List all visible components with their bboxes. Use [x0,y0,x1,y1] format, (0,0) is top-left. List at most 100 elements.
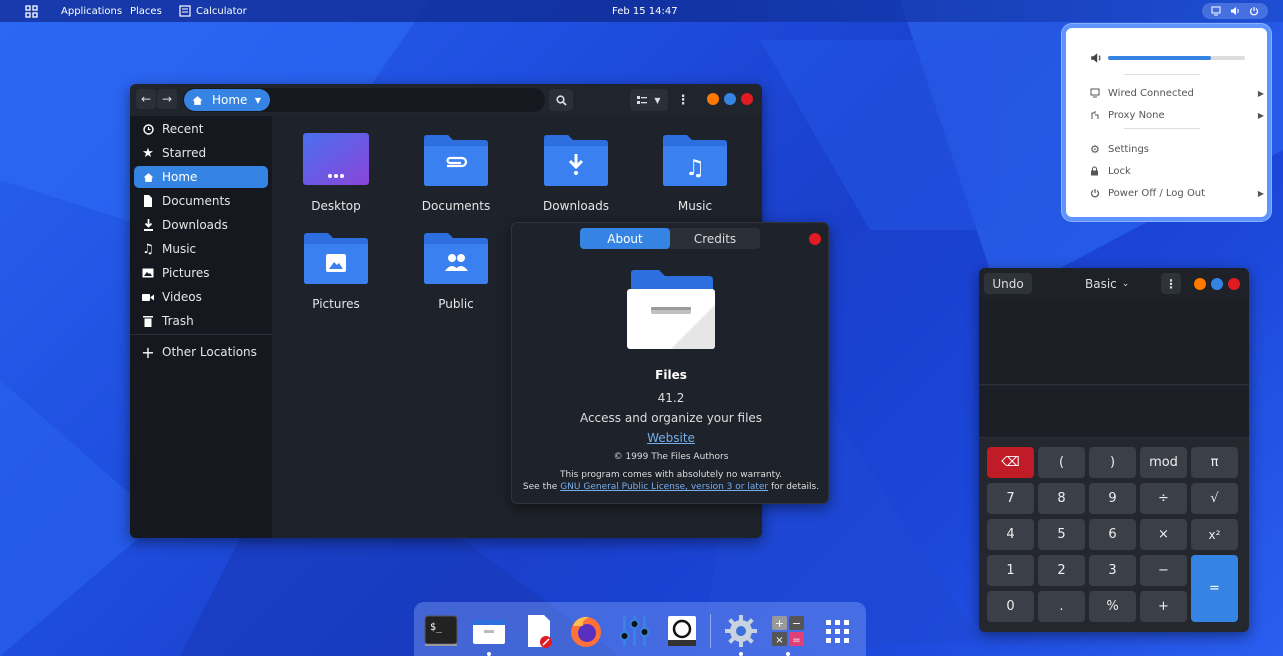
sidebar-item-videos[interactable]: Videos [134,286,268,308]
sidebar-item-pictures[interactable]: Pictures [134,262,268,284]
calculator-display [979,299,1249,385]
digit-1-button[interactable]: 1 [987,555,1034,586]
folder-pictures[interactable]: Pictures [291,230,381,311]
tab-credits[interactable]: Credits [670,228,760,249]
calculator-input[interactable] [979,386,1249,438]
mixer-icon[interactable] [615,612,653,650]
sidebar-item-trash[interactable]: Trash [134,310,268,332]
website-link[interactable]: Website [512,431,830,445]
license-link[interactable]: GNU General Public License, version 3 or… [560,482,768,492]
forward-button[interactable]: → [157,89,177,109]
download-icon [134,219,162,231]
settings-item[interactable]: ⚙ Settings [1090,140,1250,158]
sqrt-button[interactable]: √ [1191,483,1238,514]
calculator-icon[interactable]: + − × = [769,612,807,656]
wired-connected-item[interactable]: Wired Connected ▶ [1090,84,1264,102]
activities-grid-icon[interactable] [25,0,38,22]
divide-button[interactable]: ÷ [1140,483,1187,514]
svg-text:$_: $_ [430,622,443,633]
digit-9-button[interactable]: 9 [1089,483,1136,514]
tab-about[interactable]: About [580,228,670,249]
folder-documents[interactable]: Documents [411,132,501,213]
square-button[interactable]: x² [1191,519,1238,550]
sidebar-item-downloads[interactable]: Downloads [134,214,268,236]
mod-button[interactable]: mod [1140,447,1187,478]
firefox-icon[interactable] [567,612,605,650]
equals-button[interactable]: = [1191,555,1238,622]
folder-desktop[interactable]: Desktop [291,132,381,213]
digit-2-button[interactable]: 2 [1038,555,1085,586]
percent-button[interactable]: % [1089,591,1136,622]
power-label: Power Off / Log Out [1108,187,1206,199]
digit-5-button[interactable]: 5 [1038,519,1085,550]
video-icon [134,293,162,302]
digit-0-button[interactable]: 0 [987,591,1034,622]
lock-item[interactable]: Lock [1090,162,1250,180]
proxy-item[interactable]: Proxy None ▶ [1090,106,1264,124]
folder-label: Public [438,297,474,311]
files-icon[interactable] [470,612,508,656]
sidebar-item-recent[interactable]: Recent [134,118,268,140]
network-icon [1211,6,1221,16]
mode-selector[interactable]: Basic ⌄ [1085,273,1141,294]
volume-slider-fill [1108,56,1211,60]
digit-8-button[interactable]: 8 [1038,483,1085,514]
back-button[interactable]: ← [136,89,156,109]
app-version: 41.2 [657,391,685,405]
search-button[interactable] [549,89,573,111]
close-button[interactable] [1228,278,1240,290]
maximize-button[interactable] [724,93,736,105]
digit-3-button[interactable]: 3 [1089,555,1136,586]
terminal-icon[interactable]: $_ [422,612,460,650]
home-path-button[interactable]: Home ▼ [184,89,270,111]
sidebar-item-other-locations[interactable]: + Other Locations [134,341,268,363]
menu-button[interactable]: ⋮ [1161,273,1181,294]
screenshot-icon[interactable] [663,612,701,650]
places-menu[interactable]: Places [130,0,162,22]
clock[interactable]: Feb 15 14:47 [612,0,678,22]
minimize-button[interactable] [1194,278,1206,290]
folder-music[interactable]: ♫ Music [650,132,740,213]
desktop-folder-icon [303,133,369,185]
folder-downloads[interactable]: Downloads [531,132,621,213]
add-button[interactable]: + [1140,591,1187,622]
close-button[interactable] [809,233,821,245]
sidebar-item-documents[interactable]: Documents [134,190,268,212]
multiply-button[interactable]: × [1140,519,1187,550]
subtract-button[interactable]: − [1140,555,1187,586]
settings-icon[interactable] [722,612,760,656]
app-grid-icon[interactable] [818,612,856,650]
music-folder-icon: ♫ [663,135,727,186]
backspace-button[interactable]: ⌫ [987,447,1034,478]
menu-button[interactable]: ⋮ [674,89,692,111]
sidebar-item-home[interactable]: Home [134,166,268,188]
svg-text:−: − [792,617,801,630]
system-tray[interactable] [1202,3,1268,19]
decimal-button[interactable]: . [1038,591,1085,622]
open-paren-button[interactable]: ( [1038,447,1085,478]
applications-menu[interactable]: Applications [61,0,122,22]
view-toggle-button[interactable]: ▼ [630,89,668,111]
digit-7-button[interactable]: 7 [987,483,1034,514]
pi-button[interactable]: π [1191,447,1238,478]
digit-4-button[interactable]: 4 [987,519,1034,550]
text-editor-icon[interactable] [520,612,558,650]
close-button[interactable] [741,93,753,105]
documents-folder-icon [424,135,488,186]
active-app-menu[interactable]: Calculator [179,0,247,22]
digit-6-button[interactable]: 6 [1089,519,1136,550]
minimize-button[interactable] [707,93,719,105]
maximize-button[interactable] [1211,278,1223,290]
folder-public[interactable]: Public [411,230,501,311]
folder-label: Music [677,199,713,213]
close-paren-button[interactable]: ) [1089,447,1136,478]
undo-button[interactable]: Undo [984,273,1032,294]
sidebar-item-music[interactable]: ♫ Music [134,238,268,260]
running-indicator [786,652,790,656]
sidebar-item-starred[interactable]: ★ Starred [134,142,268,164]
volume-slider[interactable] [1108,56,1245,60]
about-dialog: About Credits Files 41.2 Access and orga… [511,222,829,504]
location-bar[interactable]: Home ▼ [183,88,545,112]
power-item[interactable]: Power Off / Log Out ▶ [1090,184,1264,202]
separator [1124,128,1200,129]
